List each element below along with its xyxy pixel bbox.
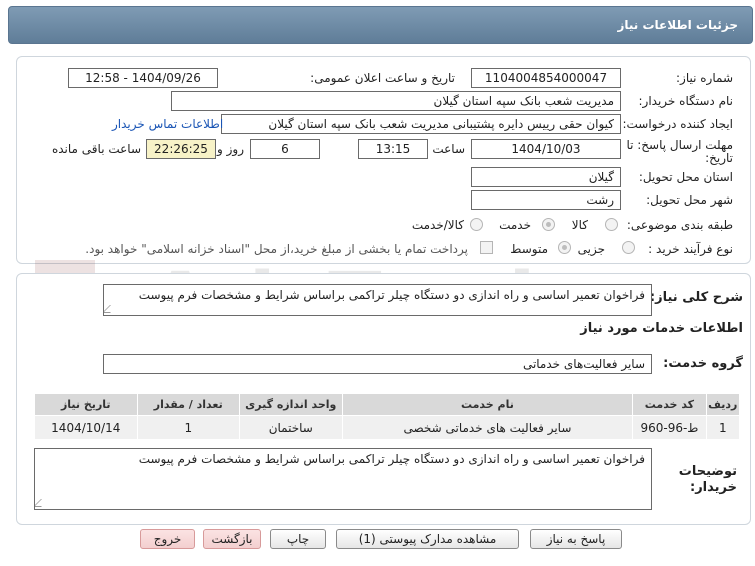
days-label: روز و <box>217 142 244 156</box>
col-code-header: کد خدمت <box>632 393 707 416</box>
province-label: استان محل تحویل: <box>638 170 733 184</box>
requester-label: ایجاد کننده درخواست: <box>622 117 733 131</box>
services-table: ردیف کد خدمت نام خدمت واحد اندازه گیری ت… <box>34 393 741 440</box>
days-remaining-field: 6 <box>250 139 320 159</box>
col-unit-header: واحد اندازه گیری <box>239 393 343 416</box>
col-row-header: ردیف <box>705 393 741 416</box>
col-qty-header: تعداد / مقدار <box>136 393 241 416</box>
category-service-label: خدمت <box>499 218 531 232</box>
table-header-row: ردیف کد خدمت نام خدمت واحد اندازه گیری ت… <box>34 393 741 416</box>
description-textbox: فراخوان تعمیر اساسی و راه اندازی دو دستگ… <box>103 284 652 316</box>
need-number-field: 1104004854000047 <box>471 68 621 88</box>
service-group-field: سایر فعالیت‌های خدماتی <box>103 354 652 374</box>
process-minor-radio[interactable] <box>622 241 635 254</box>
deadline-time-field: 13:15 <box>358 139 428 159</box>
treasury-payment-note: پرداخت تمام یا بخشی از مبلغ خرید،از محل … <box>85 242 468 256</box>
cell-date: 1404/10/14 <box>34 415 138 440</box>
deadline-time-label: ساعت <box>432 142 465 156</box>
category-both-radio[interactable] <box>470 218 483 231</box>
cell-row: 1 <box>705 415 741 440</box>
announce-date-field: 1404/09/26 - 12:58 <box>68 68 218 88</box>
cell-unit: ساختمان <box>239 415 343 440</box>
process-medium-label: متوسط <box>510 242 548 256</box>
process-medium-radio[interactable] <box>558 241 571 254</box>
announce-date-label: تاریخ و ساعت اعلان عمومی: <box>310 71 455 85</box>
province-field: گیلان <box>471 167 621 187</box>
page-header: جزئیات اطلاعات نیاز <box>8 6 753 44</box>
cell-code: ط-96-960 <box>632 415 707 440</box>
buyer-notes-label-2: خریدار: <box>690 480 737 495</box>
print-button[interactable]: چاپ <box>270 529 326 549</box>
col-date-header: تاریخ نیاز <box>34 393 138 416</box>
col-name-header: نام خدمت <box>341 393 634 416</box>
exit-button[interactable]: خروج <box>140 529 195 549</box>
description-label: شرح کلی نیاز: <box>649 290 743 305</box>
table-row: 1 ط-96-960 سایر فعالیت های خدماتی شخصی س… <box>34 415 741 440</box>
buyer-contact-link[interactable]: اطلاعات تماس خریدار <box>112 117 223 131</box>
resize-grip-icon[interactable] <box>35 499 49 507</box>
reply-button[interactable]: پاسخ به نیاز <box>530 529 622 549</box>
need-number-label: شماره نیاز: <box>676 71 733 85</box>
deadline-date-field: 1404/10/03 <box>471 139 621 159</box>
view-attachments-button[interactable]: مشاهده مدارک پیوستی (1) <box>336 529 519 549</box>
buyer-org-label: نام دستگاه خریدار: <box>638 94 734 108</box>
treasury-payment-checkbox[interactable] <box>480 241 493 254</box>
back-button[interactable]: بازگشت <box>203 529 261 549</box>
category-goods-label: کالا <box>571 218 588 232</box>
cell-name: سایر فعالیت های خدماتی شخصی <box>341 415 634 440</box>
process-type-label: نوع فرآیند خرید : <box>648 242 733 256</box>
process-minor-label: جزیی <box>577 242 605 256</box>
category-both-label: کالا/خدمت <box>411 218 464 232</box>
deadline-label-date: تاریخ: <box>705 151 733 165</box>
buyer-notes-textbox: فراخوان تعمیر اساسی و راه اندازی دو دستگ… <box>34 448 652 510</box>
category-label: طبقه بندی موضوعی: <box>626 218 733 232</box>
page-title: جزئیات اطلاعات نیاز <box>617 18 738 32</box>
service-group-label: گروه خدمت: <box>663 356 743 371</box>
deadline-label: مهلت ارسال پاسخ: تا <box>626 138 733 152</box>
remaining-time-field: 22:26:25 <box>146 139 216 159</box>
cell-qty: 1 <box>136 415 241 440</box>
requester-field: کیوان حقی رییس دایره پشتیبانی مدیریت شعب… <box>221 114 621 134</box>
category-goods-radio[interactable] <box>605 218 618 231</box>
category-service-radio[interactable] <box>542 218 555 231</box>
resize-grip-icon[interactable] <box>104 305 118 313</box>
buyer-notes-label: توضیحات <box>678 464 737 479</box>
buyer-org-field: مدیریت شعب بانک سپه استان گیلان <box>171 91 621 111</box>
services-section-title: اطلاعات خدمات مورد نیاز <box>580 321 743 336</box>
description-text: فراخوان تعمیر اساسی و راه اندازی دو دستگ… <box>138 288 645 302</box>
city-label: شهر محل تحویل: <box>646 193 733 207</box>
remaining-time-label: ساعت باقی مانده <box>51 142 141 156</box>
city-field: رشت <box>471 190 621 210</box>
buyer-notes-text: فراخوان تعمیر اساسی و راه اندازی دو دستگ… <box>138 452 645 466</box>
